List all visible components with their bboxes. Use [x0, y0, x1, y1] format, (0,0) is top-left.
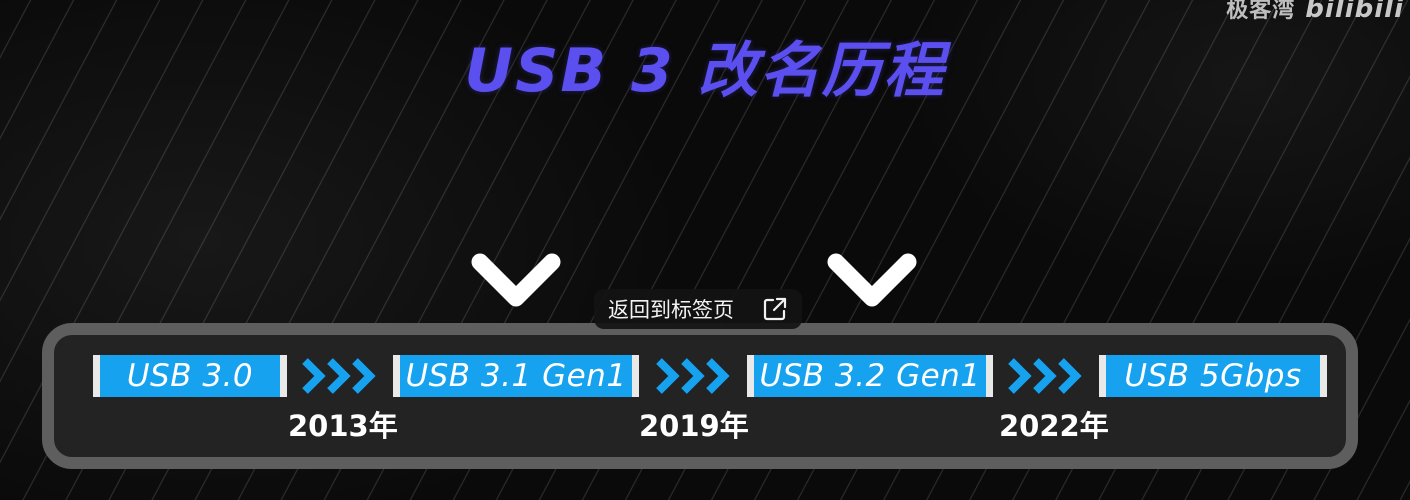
year-label-2019: 2019年 [639, 409, 749, 443]
chevron-down-icon [470, 250, 562, 312]
watermark: 极客湾 bilibili [1226, 0, 1404, 24]
stage-usb-3-2-gen1: USB 3.2 Gen1 [747, 355, 993, 397]
back-to-tab-button[interactable]: 返回到标签页 [594, 289, 802, 329]
watermark-text: 极客湾 [1226, 0, 1296, 23]
bilibili-logo: bilibili [1305, 0, 1404, 24]
year-label-2022: 2022年 [999, 409, 1109, 443]
back-to-tab-label: 返回到标签页 [608, 298, 734, 322]
stage-usb-3-1-gen1: USB 3.1 Gen1 [393, 355, 639, 397]
video-frame: 极客湾 bilibili USB 3 改名历程 返回到标签页 USB 3.0 U… [0, 0, 1410, 500]
stage-usb-5gbps: USB 5Gbps [1099, 355, 1327, 397]
year-label-2013: 2013年 [288, 409, 398, 443]
open-external-icon[interactable] [762, 296, 788, 322]
chevron-down-icon [826, 250, 918, 312]
slide-title: USB 3 改名历程 [464, 36, 946, 106]
stage-usb-3-0: USB 3.0 [93, 355, 287, 397]
triple-chevron-right-icon [654, 356, 736, 396]
triple-chevron-right-icon [300, 356, 382, 396]
triple-chevron-right-icon [1006, 356, 1088, 396]
